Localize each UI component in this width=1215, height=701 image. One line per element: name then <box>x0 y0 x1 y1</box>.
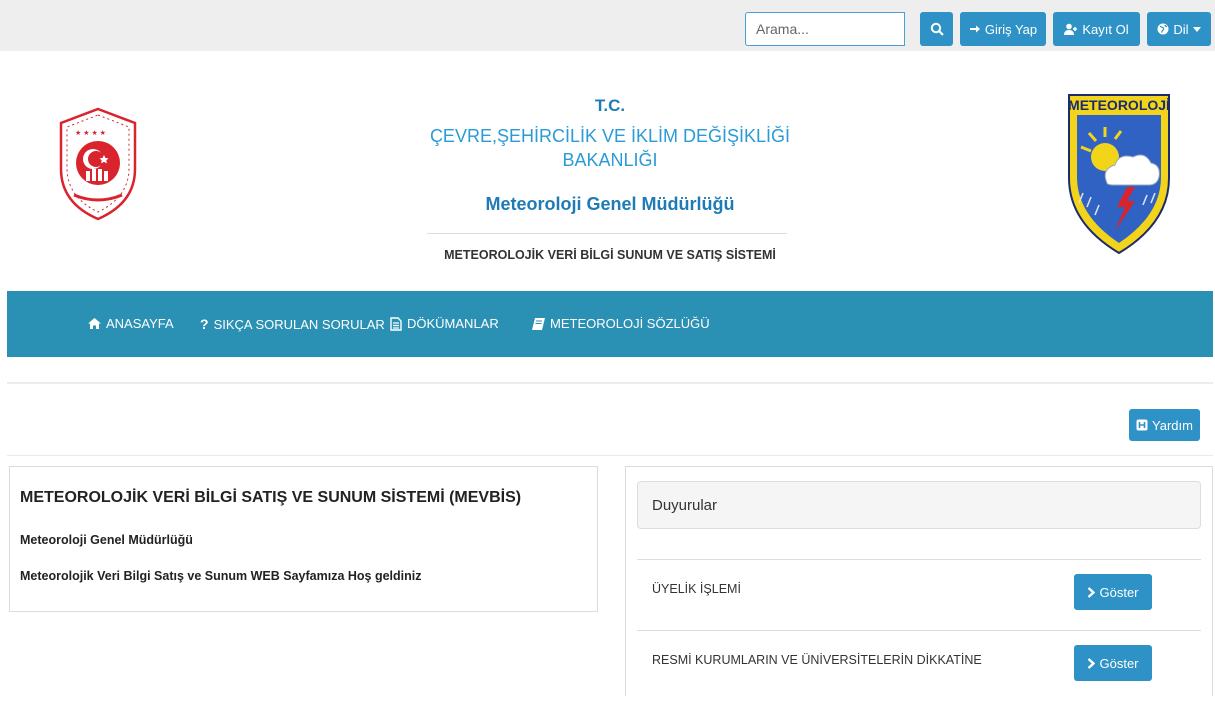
welcome-title: METEOROLOJİK VERİ BİLGİ SATIŞ VE SUNUM S… <box>20 489 522 506</box>
announcement-item: RESMİ KURUMLARIN VE ÜNİVERSİTELERİN DİKK… <box>637 630 1201 701</box>
announcement-title: ÜYELİK İŞLEMİ <box>652 582 741 596</box>
announcements-header: Duyurular <box>637 481 1201 529</box>
search-icon <box>930 22 944 36</box>
chevron-right-icon <box>1088 586 1096 598</box>
show-announcement-button[interactable]: Göster <box>1074 645 1152 681</box>
ministry-name-line1: ÇEVRE,ŞEHİRCİLİK VE İKLİM DEĞİŞİKLİĞİ <box>429 126 791 146</box>
nav-faq[interactable]: ? SIKÇA SORULAN SORULAR <box>200 316 385 332</box>
nav-home-label: ANASAYFA <box>106 316 174 331</box>
ministry-name-line2: BAKANLIĞI <box>562 150 658 170</box>
ministry-emblem: ★ ★ ★ ★ <box>52 105 144 223</box>
nav-home[interactable]: ANASAYFA <box>88 316 174 331</box>
login-button[interactable]: Giriş Yap <box>960 12 1046 46</box>
announcements-panel: Duyurular ÜYELİK İŞLEMİ Göster RESMİ KUR… <box>625 466 1213 696</box>
search-input[interactable] <box>745 12 905 46</box>
system-name: METEOROLOJİK VERİ BİLGİ SUNUM VE SATIŞ S… <box>444 248 776 262</box>
help-button[interactable]: Yardım <box>1129 409 1200 441</box>
question-icon: ? <box>200 316 209 332</box>
welcome-line2: Meteorolojik Veri Bilgi Satış ve Sunum W… <box>20 569 422 583</box>
announcement-item: ÜYELİK İŞLEMİ Göster <box>637 559 1201 630</box>
nav-faq-label: SIKÇA SORULAN SORULAR <box>213 316 385 332</box>
sign-in-icon <box>969 25 980 33</box>
header-tc: T.C. <box>594 96 626 115</box>
welcome-line1: Meteoroloji Genel Müdürlüğü <box>20 533 193 547</box>
announcement-title: RESMİ KURUMLARIN VE ÜNİVERSİTELERİN DİKK… <box>652 653 982 667</box>
search-button[interactable] <box>920 12 953 46</box>
main-navbar: ANASAYFA ? SIKÇA SORULAN SORULAR DÖKÜMAN… <box>7 291 1213 357</box>
nav-documents-label: DÖKÜMANLAR <box>407 316 499 331</box>
announcements-list: ÜYELİK İŞLEMİ Göster RESMİ KURUMLARIN VE… <box>637 559 1201 701</box>
logo-text: METEOROLOJİ <box>1068 97 1170 113</box>
svg-text:★ ★ ★ ★: ★ ★ ★ ★ <box>75 129 106 137</box>
ministry-name: ÇEVRE,ŞEHİRCİLİK VE İKLİM DEĞİŞİKLİĞİ BA… <box>400 124 820 172</box>
header-divider <box>427 233 787 234</box>
help-icon <box>1136 419 1148 431</box>
document-icon <box>390 316 402 331</box>
show-label: Göster <box>1099 584 1139 600</box>
caret-down-icon <box>1192 26 1201 32</box>
globe-icon <box>1157 23 1169 35</box>
help-label: Yardım <box>1152 417 1193 433</box>
language-dropdown[interactable]: Dil <box>1147 12 1211 46</box>
language-label: Dil <box>1173 21 1189 37</box>
show-announcement-button[interactable]: Göster <box>1074 574 1152 610</box>
book-icon <box>532 317 545 330</box>
content-divider <box>7 455 1213 456</box>
chevron-right-icon <box>1088 657 1096 669</box>
section-divider <box>7 382 1213 384</box>
nav-dictionary-label: METEOROLOJİ SÖZLÜĞÜ <box>550 316 710 331</box>
welcome-panel: METEOROLOJİK VERİ BİLGİ SATIŞ VE SUNUM S… <box>9 466 598 612</box>
directorate-name: Meteoroloji Genel Müdürlüğü <box>485 194 735 214</box>
nav-dictionary[interactable]: METEOROLOJİ SÖZLÜĞÜ <box>532 316 710 331</box>
show-label: Göster <box>1099 655 1139 671</box>
register-label: Kayıt Ol <box>1082 21 1129 37</box>
register-button[interactable]: Kayıt Ol <box>1053 12 1140 46</box>
nav-documents[interactable]: DÖKÜMANLAR <box>390 316 499 331</box>
home-icon <box>88 318 101 329</box>
user-plus-icon <box>1064 23 1078 35</box>
login-label: Giriş Yap <box>984 21 1038 37</box>
meteoroloji-logo: METEOROLOJİ <box>1067 93 1171 255</box>
announcements-heading: Duyurular <box>652 497 718 514</box>
